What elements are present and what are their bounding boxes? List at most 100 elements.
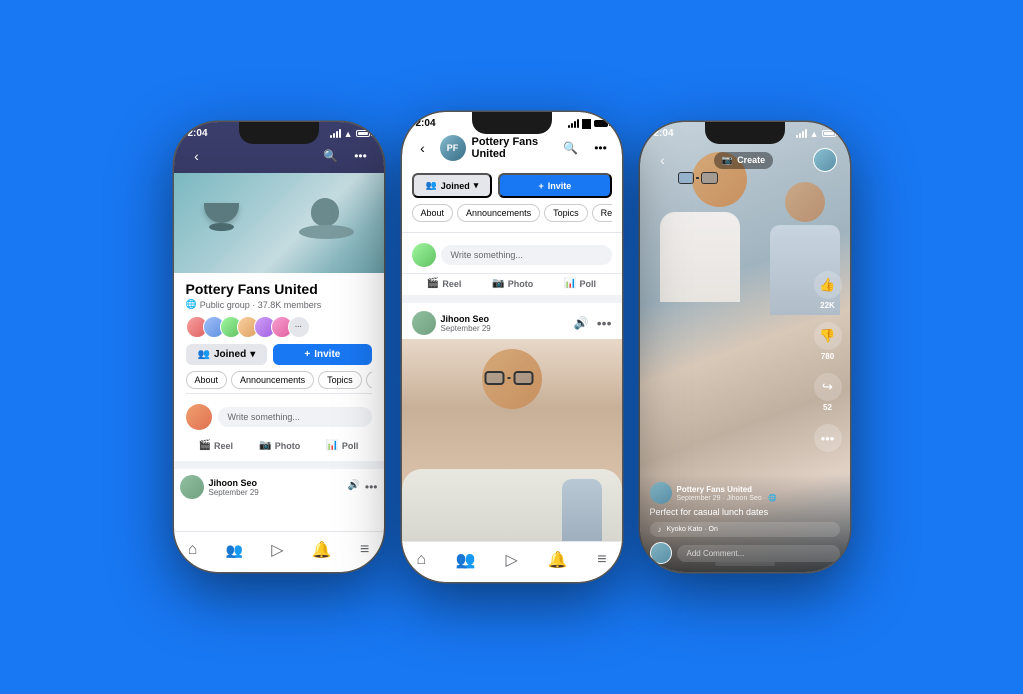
photo-icon-center: 📷 [492,278,504,289]
comment-input-right[interactable]: Add Comment... [677,545,840,562]
wifi-center: ▲ [582,119,591,129]
user-avatar-right[interactable] [813,148,837,172]
music-bar-right[interactable]: ♪ Kyoko Kato · On [650,522,840,537]
group-logo-center: PF [440,135,466,161]
more-dots-center[interactable]: ••• [597,315,612,331]
nav-menu-left[interactable]: ≡ [360,541,369,559]
photo-btn-left[interactable]: 📷 Photo [259,440,300,451]
like-count: 22K [820,301,835,310]
phone2-nav: ‹ PF Pottery Fans United 🔍 ••• [402,131,622,167]
search-button-center[interactable]: 🔍 [560,137,582,159]
nav-notifications-center[interactable]: 🔔 [548,550,568,570]
group-name-left: Pottery Fans United [186,281,372,297]
joined-icon-left: 👥 [198,349,210,360]
poll-btn-left[interactable]: 📊 Poll [326,440,358,451]
group-info-right: Pottery Fans United September 29 · Jihoo… [650,482,840,504]
joined-button-left[interactable]: 👥 Joined ▾ [186,344,268,365]
back-button-right[interactable]: ‹ [652,149,674,171]
dislike-action[interactable]: 👎 780 [814,322,842,361]
post-date-center: September 29 [441,324,491,333]
tab-bar-left: About Announcements Topics Reels [186,371,372,389]
group-text-right: Pottery Fans United September 29 · Jihoo… [677,485,777,502]
music-note-icon: ♪ [658,525,662,534]
reels-icon-left: ▷ [271,540,283,560]
nav-reels-left[interactable]: ▷ [271,540,283,560]
more-button-center[interactable]: ••• [590,137,612,159]
like-icon: 👍 [814,271,842,299]
invite-button-center[interactable]: + Invite [498,173,611,198]
battery-left [356,130,370,137]
poll-btn-center[interactable]: 📊 Poll [564,278,596,289]
menu-icon-left: ≡ [360,541,369,559]
photo-icon-left: 📷 [259,440,271,451]
tab-topics-left[interactable]: Topics [318,371,362,389]
create-button-right[interactable]: 📷 Create [714,152,773,169]
search-button-left[interactable]: 🔍 [320,145,342,167]
tab-reels-center[interactable]: Reels [592,204,612,222]
nav-home-center[interactable]: ⌂ [416,551,426,569]
tab-bar-center: About Announcements Topics Reels [412,204,612,222]
reel-btn-center[interactable]: 🎬 Reel [427,278,461,289]
dislike-count: 780 [821,352,834,361]
tab-reels-left[interactable]: Reels [366,371,372,389]
more-icon-right: ••• [814,424,842,452]
signal-right [796,129,807,138]
post-author-info-left: Jihoon Seo September 29 [209,478,259,497]
tab-about-left[interactable]: About [186,371,228,389]
nav-home-left[interactable]: ⌂ [188,541,198,559]
phone1-screen: 2:04 ▲ ‹ [174,122,384,572]
notch-right [705,122,785,144]
write-avatar-center [412,243,436,267]
bottom-overlay-right: Pottery Fans United September 29 · Jihoo… [640,474,850,572]
media-actions-left: 🎬 Reel 📷 Photo 📊 Poll [186,436,372,455]
avatar-more: ··· [288,316,310,338]
notch-left [239,122,319,144]
groups-icon-left: 👥 [226,542,243,559]
invite-button-left[interactable]: + Invite [273,344,371,365]
share-icon: ↪ [814,373,842,401]
tab-about-center[interactable]: About [412,204,454,222]
nav-notifications-left[interactable]: 🔔 [312,540,332,560]
share-action[interactable]: ↪ 52 [814,373,842,412]
nav-menu-center[interactable]: ≡ [597,551,606,569]
reel-icon-left: 🎬 [199,440,211,451]
battery-right [822,130,836,137]
volume-icon-center[interactable]: 🔊 [574,316,589,330]
group-name-right: Pottery Fans United [677,485,777,494]
more-action[interactable]: ••• [814,424,842,452]
phone3-screen: 2:04 ▲ ‹ 📷 Create [640,122,850,572]
more-button-left[interactable]: ••• [350,145,372,167]
photo-btn-center[interactable]: 📷 Photo [492,278,533,289]
nav-groups-center[interactable]: 👥 [456,550,476,570]
back-button-left[interactable]: ‹ [186,145,208,167]
bell-icon-left: 🔔 [312,540,332,560]
time-right: 2:04 [654,128,674,139]
dislike-icon: 👎 [814,322,842,350]
nav-reels-center[interactable]: ▷ [506,550,518,570]
like-action[interactable]: 👍 22K [814,271,842,310]
cover-photo-left [174,173,384,273]
divider-center-top [402,232,622,233]
reel-btn-left[interactable]: 🎬 Reel [199,440,233,451]
write-input-left[interactable]: Write something... [218,407,372,427]
tab-announcements-center[interactable]: Announcements [457,204,540,222]
pottery-plate [299,225,354,239]
tab-announcements-left[interactable]: Announcements [231,371,314,389]
volume-icon-left[interactable]: 🔊 [347,480,359,494]
poll-icon-left: 📊 [326,440,338,451]
more-dots-left[interactable]: ••• [365,480,378,494]
pottery-bowl-2 [311,198,339,226]
camera-icon-right: 📷 [722,155,733,166]
nav-groups-left[interactable]: 👥 [226,542,243,559]
write-input-center[interactable]: Write something... [441,245,612,265]
joined-button-center[interactable]: 👥 Joined ▾ [412,173,493,198]
phone2-screen: 2:04 ▲ ‹ PF [402,112,622,582]
back-button-center[interactable]: ‹ [412,137,434,159]
group-name-center: Pottery Fans United [472,136,554,160]
post-center: Jihoon Seo September 29 🔊 ••• [402,303,622,569]
phone-center: 2:04 ▲ ‹ PF [402,112,622,582]
signal-left [330,129,341,138]
post-author-info-center: Jihoon Seo September 29 [441,314,491,333]
tab-topics-center[interactable]: Topics [544,204,588,222]
caption-right: Perfect for casual lunch dates [650,507,840,517]
